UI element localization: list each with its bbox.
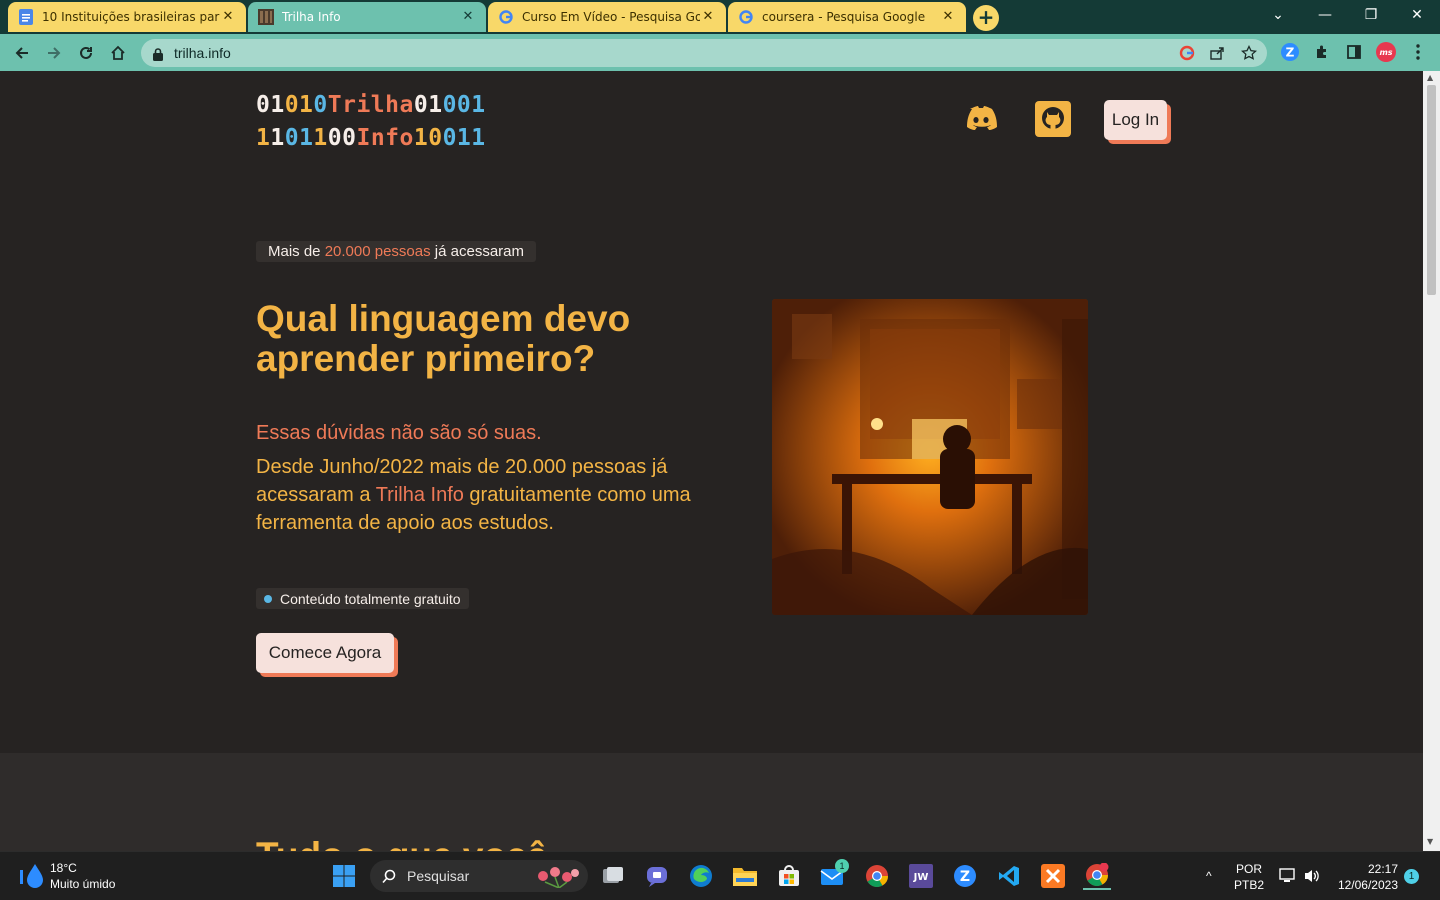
svg-text:ms: ms bbox=[1379, 48, 1392, 57]
temperature: 18°C bbox=[50, 861, 77, 875]
features-section: Tudo o que você bbox=[0, 753, 1423, 851]
back-icon[interactable] bbox=[9, 40, 35, 66]
close-tab-icon[interactable]: ✕ bbox=[940, 9, 956, 25]
share-icon[interactable] bbox=[1207, 43, 1227, 63]
profile-avatar[interactable]: ms bbox=[1376, 42, 1396, 62]
menu-kebab-icon[interactable] bbox=[1408, 42, 1428, 62]
windows-taskbar: 18°C Muito úmido Pesquisar 1 JW Z ^ POR … bbox=[0, 851, 1440, 900]
xampp-icon[interactable] bbox=[1039, 862, 1067, 890]
page-scrollbar[interactable]: ▲ ▼ bbox=[1423, 71, 1440, 851]
visitors-badge: Mais de 20.000 pessoas já acessaram bbox=[256, 241, 536, 262]
file-explorer-icon[interactable] bbox=[731, 862, 759, 890]
volume-icon[interactable] bbox=[1300, 864, 1324, 888]
page-content: 01010Trilha01001 1101100Info10011 Log In… bbox=[0, 71, 1423, 851]
svg-text:Z: Z bbox=[960, 869, 970, 885]
lock-icon[interactable] bbox=[153, 46, 163, 65]
tab-coursera[interactable]: coursera - Pesquisa Google ✕ bbox=[728, 2, 966, 32]
teams-chat-icon[interactable] bbox=[643, 862, 671, 890]
weather-widget[interactable]: 18°C Muito úmido bbox=[18, 860, 115, 892]
bullet-dot-icon bbox=[264, 594, 272, 603]
hero-lead-1: Essas dúvidas não são só suas. bbox=[256, 422, 542, 444]
raindrop-icon bbox=[20, 864, 43, 888]
site-icon bbox=[258, 9, 274, 25]
login-button[interactable]: Log In bbox=[1104, 100, 1167, 140]
svg-text:Z: Z bbox=[1286, 46, 1295, 60]
tab-trilha-info[interactable]: Trilha Info ✕ bbox=[248, 2, 486, 32]
chrome-icon[interactable] bbox=[863, 862, 891, 890]
close-tab-icon[interactable]: ✕ bbox=[460, 9, 476, 25]
side-panel-icon[interactable] bbox=[1344, 42, 1364, 62]
network-icon[interactable] bbox=[1276, 864, 1300, 888]
minimize-icon[interactable]: — bbox=[1302, 0, 1348, 30]
logo-line-2: 1101100Info10011 bbox=[256, 125, 486, 151]
task-view-icon[interactable] bbox=[599, 862, 627, 890]
microsoft-store-icon[interactable] bbox=[775, 862, 803, 890]
search-placeholder: Pesquisar bbox=[407, 868, 470, 884]
input-language[interactable]: POR PTB2 bbox=[1234, 861, 1264, 893]
discord-icon[interactable] bbox=[962, 101, 998, 137]
flowers-icon bbox=[538, 867, 579, 888]
browser-tab-bar: 10 Instituições brasileiras para você ✕ … bbox=[0, 0, 1440, 34]
edge-icon[interactable] bbox=[687, 862, 715, 890]
jw-library-icon[interactable]: JW bbox=[907, 862, 935, 890]
close-tab-icon[interactable]: ✕ bbox=[220, 9, 236, 25]
bookmark-star-icon[interactable] bbox=[1239, 43, 1259, 63]
notification-badge[interactable]: 1 bbox=[1404, 869, 1419, 884]
browser-toolbar: trilha.info Z ms bbox=[0, 34, 1440, 71]
mail-badge: 1 bbox=[835, 859, 849, 873]
restore-icon[interactable]: ❐ bbox=[1348, 0, 1394, 30]
taskbar-search[interactable]: Pesquisar bbox=[370, 860, 588, 892]
github-icon[interactable] bbox=[1035, 101, 1071, 137]
google-icon bbox=[498, 9, 514, 25]
features-title: Tudo o que você bbox=[256, 835, 547, 851]
mail-icon[interactable]: 1 bbox=[819, 859, 849, 890]
clock[interactable]: 22:17 12/06/2023 bbox=[1334, 861, 1398, 893]
scroll-down-icon[interactable]: ▼ bbox=[1427, 837, 1433, 846]
zoom-extension-icon[interactable]: Z bbox=[1280, 42, 1300, 62]
weather-condition: Muito úmido bbox=[50, 877, 116, 891]
zoom-app-icon[interactable]: Z bbox=[951, 862, 979, 890]
tab-title: Curso Em Vídeo - Pesquisa Google bbox=[522, 10, 700, 24]
free-content-pill: Conteúdo totalmente gratuito bbox=[256, 588, 469, 609]
scroll-up-icon[interactable]: ▲ bbox=[1427, 73, 1433, 82]
tab-title: coursera - Pesquisa Google bbox=[762, 10, 926, 24]
scrollbar-thumb[interactable] bbox=[1427, 85, 1436, 295]
chrome-profile-active-icon[interactable] bbox=[1083, 862, 1111, 890]
hero-lead-2: Desde Junho/2022 mais de 20.000 pessoas … bbox=[256, 456, 691, 534]
hero-title: Qual linguagem devo aprender primeiro? bbox=[256, 298, 631, 379]
tab-title: 10 Instituições brasileiras para você bbox=[42, 10, 220, 24]
close-window-icon[interactable]: ✕ bbox=[1394, 0, 1440, 30]
new-tab-button[interactable]: + bbox=[973, 5, 999, 31]
address-bar[interactable]: trilha.info bbox=[141, 39, 1267, 67]
windows-start-icon[interactable] bbox=[330, 862, 358, 890]
tab-curso-em-video[interactable]: Curso Em Vídeo - Pesquisa Google ✕ bbox=[488, 2, 726, 32]
url-text: trilha.info bbox=[174, 45, 231, 61]
search-icon bbox=[382, 869, 396, 883]
home-icon[interactable] bbox=[105, 40, 131, 66]
google-icon bbox=[738, 9, 754, 25]
hero-illustration bbox=[772, 299, 1088, 615]
google-lens-icon[interactable] bbox=[1177, 43, 1197, 63]
tab-search-icon[interactable]: ⌄ bbox=[1255, 0, 1301, 30]
logo-line-1: 01010Trilha01001 bbox=[256, 92, 486, 118]
docs-icon bbox=[18, 9, 34, 25]
extensions-puzzle-icon[interactable] bbox=[1312, 42, 1332, 62]
vscode-icon[interactable] bbox=[995, 862, 1023, 890]
site-logo[interactable]: 01010Trilha01001 1101100Info10011 bbox=[256, 89, 486, 155]
svg-text:JW: JW bbox=[913, 872, 929, 883]
start-now-button[interactable]: Comece Agora bbox=[256, 633, 394, 673]
forward-icon[interactable] bbox=[41, 40, 67, 66]
close-tab-icon[interactable]: ✕ bbox=[700, 9, 716, 25]
show-hidden-icons[interactable]: ^ bbox=[1206, 868, 1212, 884]
tab-instituicoes[interactable]: 10 Instituições brasileiras para você ✕ bbox=[8, 2, 246, 32]
reload-icon[interactable] bbox=[73, 40, 99, 66]
tab-title: Trilha Info bbox=[282, 10, 341, 24]
